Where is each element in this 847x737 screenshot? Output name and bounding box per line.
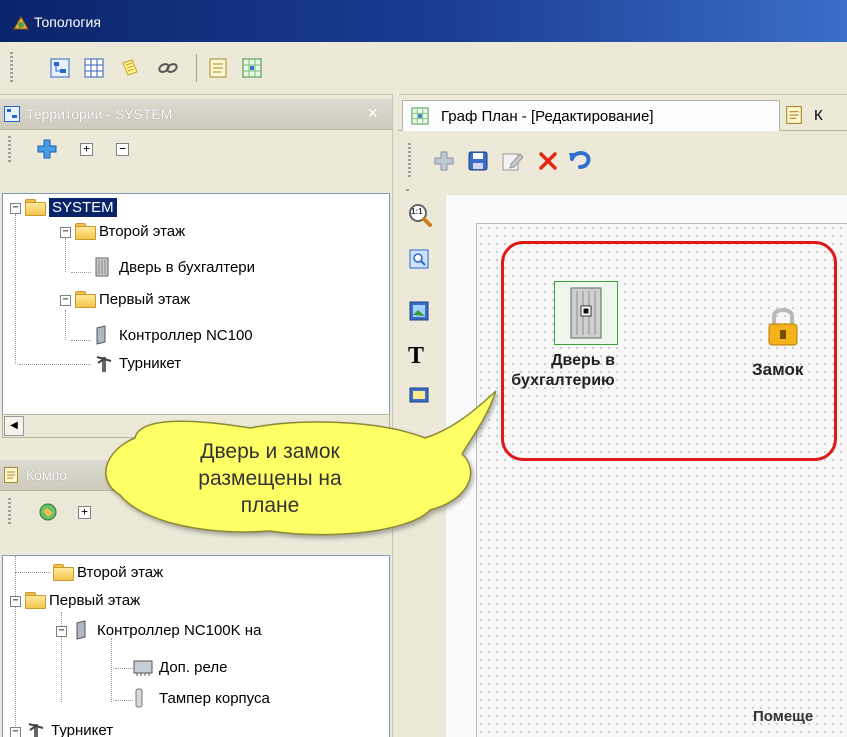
folder-icon — [75, 223, 96, 240]
tamper-icon — [135, 688, 143, 708]
document-list-icon — [209, 58, 227, 78]
controller-icon — [76, 620, 86, 640]
undo-icon[interactable] — [568, 149, 592, 171]
topology-app-icon — [13, 16, 29, 30]
main-toolbar — [0, 42, 847, 95]
room-label[interactable]: Помеще — [753, 708, 813, 725]
text-tool-button[interactable]: T — [408, 343, 424, 370]
toolbar-separator — [196, 54, 197, 82]
door-icon — [95, 257, 109, 277]
zoom-fit-icon[interactable] — [409, 249, 429, 269]
window-title: Топология — [34, 14, 101, 30]
toolbar-grip[interactable] — [10, 52, 13, 84]
toolbar-grip[interactable] — [408, 143, 411, 177]
grid-button[interactable] — [82, 56, 106, 80]
tree-item-second-floor[interactable]: Второй этаж — [75, 220, 185, 242]
tree-item-second-floor[interactable]: Второй этаж — [53, 561, 163, 583]
chain-link-icon — [158, 63, 178, 73]
tab-second[interactable]: К — [780, 100, 847, 130]
graph-side-toolbar: 1:1 T — [398, 189, 438, 737]
document-list-icon — [786, 106, 802, 124]
close-icon[interactable]: × — [367, 103, 378, 124]
tree-item-first-floor[interactable]: Первый этаж — [25, 589, 140, 611]
tree-item-turnstile[interactable]: Турникет — [95, 352, 181, 374]
properties-button[interactable] — [206, 56, 230, 80]
components-tree: Второй этаж − Первый этаж − Контроллер N… — [2, 555, 390, 737]
graph-toolbar — [398, 131, 847, 189]
controller-icon — [96, 325, 106, 345]
add-icon[interactable] — [434, 151, 454, 171]
topology-window: Топология Территории - SYSTEM × + − − SY… — [0, 0, 847, 737]
note-icon — [122, 59, 138, 76]
components-panel-title: Компо — [26, 467, 67, 483]
notes-button[interactable] — [118, 56, 142, 80]
title-bar: Топология — [0, 0, 847, 42]
tree-view-icon — [50, 58, 70, 78]
tree-view-icon — [4, 106, 20, 122]
tree-item-controller[interactable]: Контроллер NC100 — [95, 324, 253, 346]
collapse-toggle[interactable]: − — [56, 626, 67, 637]
link-button[interactable] — [156, 56, 180, 80]
folder-icon — [25, 592, 46, 609]
component-add-icon[interactable] — [38, 502, 58, 522]
territories-toolbar: + − — [0, 130, 392, 170]
folder-icon — [53, 564, 74, 581]
graph-plan-icon — [242, 58, 262, 78]
relay-icon — [133, 660, 153, 676]
tree-item-first-floor[interactable]: Первый этаж — [75, 288, 190, 310]
image-icon[interactable] — [409, 301, 429, 321]
collapse-toggle[interactable]: − — [10, 727, 21, 737]
collapse-toggle[interactable]: − — [10, 203, 21, 214]
collapse-toggle[interactable]: − — [60, 295, 71, 306]
territories-tree: − SYSTEM − Второй этаж Дверь в бухгалтер… — [2, 193, 390, 415]
toolbar-grip[interactable] — [8, 136, 11, 162]
expand-all-button[interactable]: + — [80, 143, 93, 156]
territories-panel-title: Территории - SYSTEM — [26, 106, 173, 122]
scroll-left-arrow-icon[interactable]: ◀ — [4, 416, 24, 436]
save-icon[interactable] — [468, 151, 488, 171]
tree-item-system[interactable]: SYSTEM — [25, 196, 117, 218]
folder-icon — [75, 291, 96, 308]
edit-icon[interactable] — [502, 151, 524, 171]
toolbar-grip[interactable] — [8, 498, 11, 524]
tree-item-turnstile[interactable]: Турникет — [27, 719, 113, 737]
add-icon[interactable] — [36, 138, 58, 160]
tree-item-controller[interactable]: Контроллер NC100K на — [75, 619, 261, 641]
territories-panel-header: Территории - SYSTEM × — [0, 99, 392, 130]
document-list-icon — [4, 467, 18, 483]
tree-item-door[interactable]: Дверь в бухгалтери — [95, 256, 255, 278]
zoom-actual-size-button[interactable]: 1:1 — [408, 203, 432, 227]
collapse-toggle[interactable]: − — [60, 227, 71, 238]
collapse-all-button[interactable]: − — [116, 143, 129, 156]
background-image-icon[interactable] — [409, 387, 429, 403]
delete-icon[interactable] — [538, 151, 558, 171]
turnstile-icon — [28, 723, 44, 737]
graph-plan-icon — [411, 107, 429, 125]
collapse-toggle[interactable]: − — [10, 596, 21, 607]
grid-icon — [84, 58, 104, 78]
territory-tree-button[interactable] — [48, 56, 72, 80]
expand-all-button[interactable]: + — [78, 506, 91, 519]
callout-text: Дверь и замок размещены на плане — [198, 440, 342, 517]
folder-icon — [25, 199, 46, 216]
zoom-label: 1:1 — [411, 207, 423, 216]
document-tabs: Граф План - [Редактирование] К — [398, 98, 847, 131]
graph-plan-button[interactable] — [240, 56, 264, 80]
tree-item-relay[interactable]: Доп. реле — [133, 656, 227, 678]
highlight-frame — [501, 241, 837, 461]
tree-item-tamper[interactable]: Тампер корпуса — [133, 687, 270, 709]
turnstile-icon — [96, 356, 112, 372]
tab-graph-plan[interactable]: Граф План - [Редактирование] — [402, 100, 780, 131]
horizontal-scrollbar[interactable]: ◀ — [2, 414, 390, 438]
